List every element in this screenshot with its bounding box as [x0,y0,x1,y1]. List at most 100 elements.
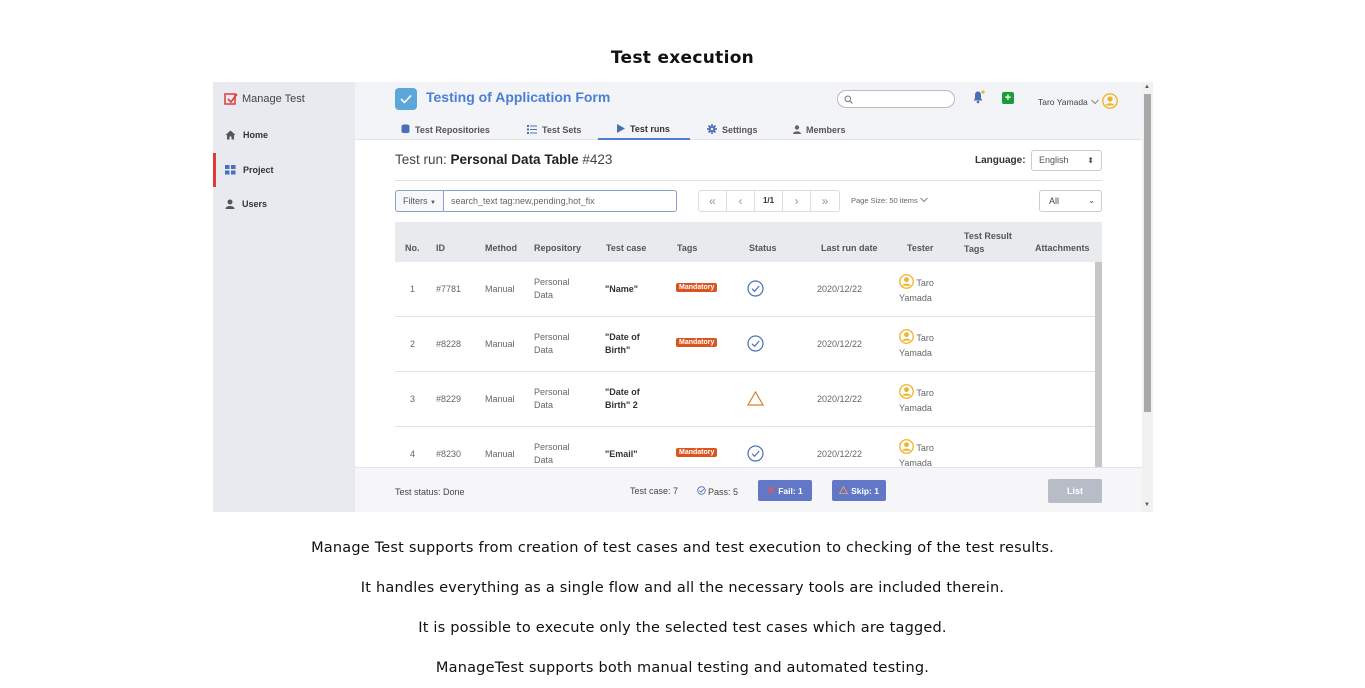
chevron-down-icon: ⌄ [1088,196,1095,205]
test-run-table: No. ID Method Repository Test case Tags … [395,222,1102,467]
user-name: Taro Yamada [1038,97,1088,107]
tab-test-repositories[interactable]: Test Repositories [401,120,490,140]
table-scrollbar[interactable] [1095,262,1102,467]
last-run-date: 2020/12/22 [817,339,863,349]
test-case[interactable]: "Email" [605,448,638,461]
column-header: Repository [534,243,582,253]
test-case-line: "Date of [605,387,640,397]
prev-page-button[interactable]: ‹ [727,191,755,211]
repository-line: Personal [534,442,570,452]
sidebar-item-label: Users [242,199,268,209]
repository-line: Personal [534,387,570,397]
run-title-id: #423 [582,152,613,167]
test-id-link[interactable]: #8229 [436,393,461,406]
table-row[interactable]: 4 #8230 Manual Personal Data "Email" Mandatory… [395,427,1102,467]
caret-down-icon: ▼ [430,200,436,206]
caption-line: It is possible to execute only the selec… [418,620,947,636]
tab-label: Settings [722,125,758,135]
filters-label: Filters [403,196,428,206]
tester-last-name: Yamada [899,403,932,413]
row-number: 4 [410,449,416,459]
chevron-down-icon [919,196,928,205]
check-circle-icon [697,486,706,497]
current-page: 1/1 [755,191,783,211]
test-case[interactable]: "Date of Birth" 2 [605,386,640,412]
footer-bar: Test status: Done Test case: 7 Pass: 5 F… [355,467,1143,512]
first-page-button[interactable]: « [699,191,727,211]
repository: Personal Data [534,276,570,302]
table-scrollbar-thumb[interactable] [1095,262,1102,467]
tester-last-name: Yamada [899,458,932,467]
sidebar-item-users[interactable]: Users [213,187,355,221]
tester: Taro Yamada [899,384,934,416]
skip-button[interactable]: Skip: 1 [832,480,886,501]
sidebar-item-project[interactable]: Project [213,153,355,187]
window-scrollbar[interactable]: ▲ ▼ [1142,82,1153,512]
repository-line: Data [534,290,554,300]
table-row[interactable]: 1 #7781 Manual Personal Data "Name" Mandatory 2… [395,262,1102,317]
window-scrollbar-thumb[interactable] [1144,94,1151,412]
sidebar: Manage Test Home Project Users [213,82,355,512]
language-value: English [1039,155,1069,165]
database-icon [401,124,410,136]
chevron-down-icon [1090,97,1099,107]
page-size-select[interactable]: Page Size: 50 items [851,196,928,205]
gear-icon [707,124,717,136]
run-title-name: Personal Data Table [450,152,579,167]
language-select[interactable]: English ⬍ [1031,150,1102,171]
scroll-up-icon[interactable]: ▲ [1144,84,1150,90]
user-menu[interactable]: Taro Yamada [1038,93,1118,111]
run-title-prefix: Test run: [395,152,451,167]
tab-test-runs[interactable]: Test runs [598,120,690,140]
test-status: Test status: Done [395,487,465,497]
add-icon[interactable]: + [1002,92,1014,104]
test-case-line: Birth" 2 [605,400,638,410]
test-case[interactable]: "Name" [605,283,638,296]
test-id-link[interactable]: #8230 [436,448,461,461]
list-button[interactable]: List [1048,479,1102,503]
tester-first-name: Taro [916,278,934,288]
tab-members[interactable]: Members [793,120,846,140]
header: Testing of Application Form + Taro Yamad… [355,82,1143,140]
tab-label: Test runs [630,124,670,134]
tab-label: Test Sets [542,125,582,135]
next-page-button[interactable]: › [783,191,811,211]
status-filter-select[interactable]: All ⌄ [1039,190,1102,212]
repository: Personal Data [534,386,570,412]
brand-logo[interactable]: Manage Test [224,92,305,106]
sidebar-item-label: Project [243,165,274,175]
repository: Personal Data [534,441,570,467]
column-header: Test case [606,243,647,253]
scroll-down-icon[interactable]: ▼ [1144,502,1150,508]
tester-first-name: Taro [916,388,934,398]
run-title: Test run: Personal Data Table #423 [395,152,612,167]
pagination: « ‹ 1/1 › » [698,190,840,212]
filter-search-input[interactable]: search_text tag:new,pending,hot_fix [444,190,677,212]
sidebar-item-home[interactable]: Home [213,118,355,152]
list-icon [527,124,537,136]
filters-button[interactable]: Filters ▼ [395,190,444,212]
fail-button[interactable]: Fail: 1 [758,480,812,501]
check-circle-icon [747,280,764,302]
caption-line: It handles everything as a single flow a… [360,580,1005,596]
avatar [899,329,914,344]
tab-settings[interactable]: Settings [707,120,758,140]
repository-line: Data [534,400,554,410]
tester-first-name: Taro [916,443,934,453]
search-input[interactable] [837,90,955,108]
last-page-button[interactable]: » [811,191,839,211]
column-header: Test Result Tags [964,231,1012,254]
tab-test-sets[interactable]: Test Sets [527,120,581,140]
user-icon [793,124,801,136]
test-id-link[interactable]: #7781 [436,283,461,296]
grid-icon [225,165,236,175]
app-window: Manage Test Home Project Users Testing o… [213,82,1153,512]
table-row[interactable]: 3 #8229 Manual Personal Data "Date of Birth" 2… [395,372,1102,427]
column-header: Tags [677,243,698,253]
test-case[interactable]: "Date of Birth" [605,331,640,357]
test-id-link[interactable]: #8228 [436,338,461,351]
check-circle-icon [747,445,764,467]
page-size-label: Page Size: 50 items [851,196,918,205]
bell-icon[interactable] [972,90,986,109]
table-row[interactable]: 2 #8228 Manual Personal Data "Date of Birth" Ma… [395,317,1102,372]
